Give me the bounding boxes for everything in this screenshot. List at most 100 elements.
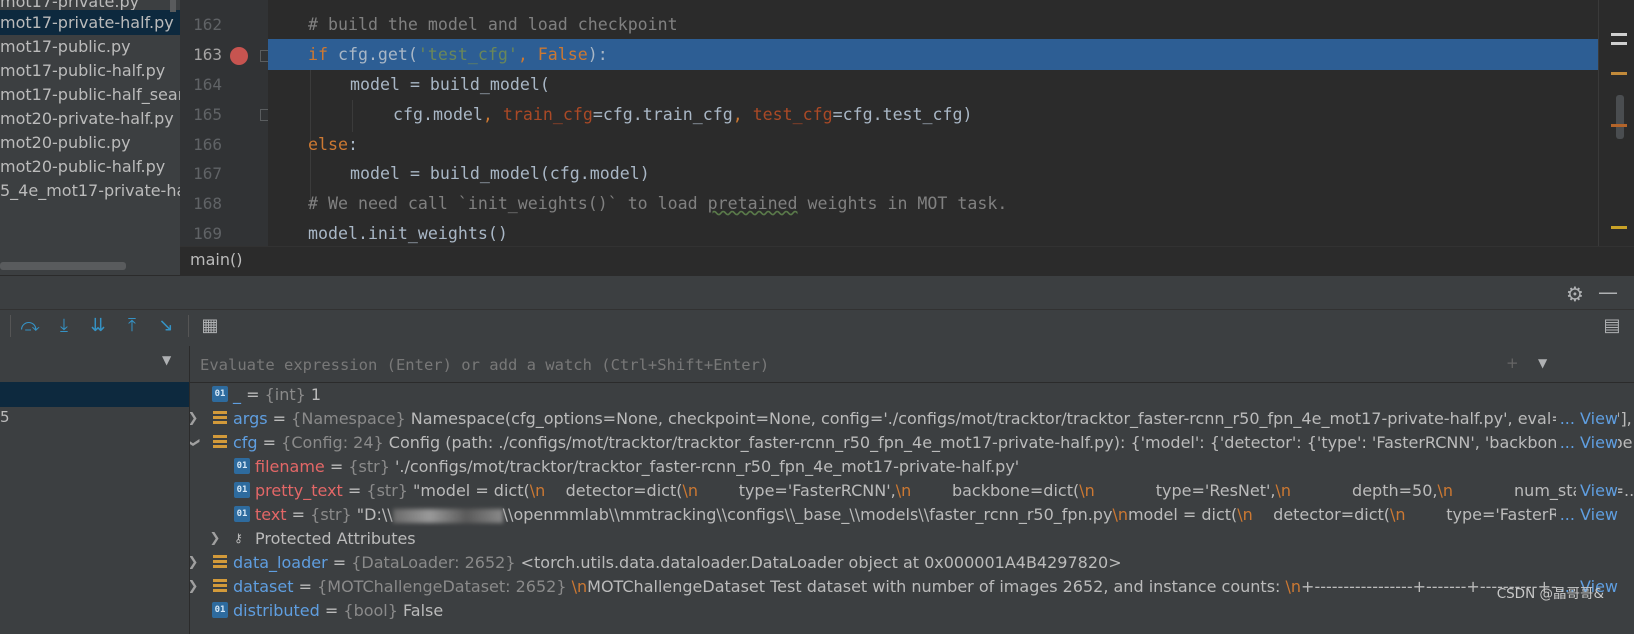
equals-sign: = (286, 505, 311, 524)
watermark: CSDN @晶哥哥& (1496, 586, 1604, 602)
redacted-path (392, 508, 503, 523)
variable-type: {str} (348, 457, 390, 476)
code-line-163-current: if cfg.get('test_cfg', False): (268, 39, 1598, 70)
variable-row[interactable]: ❯ data_loader = {DataLoader: 2652} <torc… (190, 550, 1634, 575)
str-type-icon: 01 (234, 482, 250, 498)
object-type-icon (212, 554, 228, 570)
equals-sign: = (257, 433, 282, 452)
object-type-icon (212, 410, 228, 426)
tree-horizontal-scrollbar[interactable] (0, 262, 126, 270)
tree-item-file-selected[interactable]: mot17-private-half.py (0, 10, 180, 35)
tree-item-file[interactable]: mot17-public.py (0, 34, 131, 59)
code-editor[interactable]: # build the model and load checkpoint if… (268, 0, 1598, 246)
chevron-right-icon[interactable]: ❯ (190, 574, 200, 599)
scroll-marker-warning (1611, 72, 1627, 75)
newline-escape: \n (1285, 577, 1302, 596)
evaluate-expression-icon[interactable]: ▦ (198, 314, 222, 338)
variable-row[interactable]: 01 text = {str} "D:\\ \\openmmlab\\mmtrac… (190, 502, 1634, 527)
variable-row[interactable]: ❯ cfg = {Config: 24} Config (path: ./con… (190, 430, 1634, 455)
variable-row-protected[interactable]: ❯ ⚷ Protected Attributes (190, 526, 1634, 551)
variable-type: {MOTChallengeDataset: 2652} (317, 577, 567, 596)
view-link[interactable]: View (1576, 478, 1618, 503)
step-over-icon[interactable]: ⤼ (18, 314, 42, 338)
add-watch-icon[interactable]: + (1506, 354, 1519, 372)
key-icon: ⚷ (234, 531, 243, 545)
object-type-icon (212, 434, 228, 450)
variable-name: dataset (233, 577, 294, 596)
line-number: 166 (193, 135, 222, 154)
code-punctuation: , (732, 105, 753, 124)
line-number: 164 (193, 75, 222, 94)
view-link[interactable]: ... View (1555, 502, 1618, 527)
view-link[interactable]: ... View (1555, 406, 1618, 431)
newline-escape: \n (1112, 505, 1128, 524)
chevron-down-icon[interactable]: ❯ (190, 436, 206, 450)
code-text: =cfg.test_cfg) (832, 105, 973, 124)
tree-item-file[interactable]: mot17-public-half_searc (0, 82, 180, 107)
bool-type-icon: 01 (212, 602, 228, 618)
editor-scrollbar[interactable] (1598, 0, 1634, 246)
variable-value-part: model = dict( (1127, 505, 1238, 524)
variable-type: {Namespace} (291, 409, 406, 428)
variable-name: filename (255, 457, 325, 476)
variable-name: cfg (233, 433, 258, 452)
str-type-icon: 01 (234, 458, 250, 474)
run-to-cursor-icon[interactable]: ↘ (154, 314, 178, 338)
frame-item[interactable]: 5 (0, 408, 10, 426)
variable-type: {bool} (343, 601, 398, 620)
chevron-right-icon[interactable]: ❯ (190, 550, 200, 575)
evaluate-expression-input[interactable] (198, 351, 1482, 379)
tree-item-file[interactable]: mot17-public-half.py (0, 58, 165, 83)
layout-settings-icon[interactable]: ▤ (1600, 314, 1624, 338)
variable-row[interactable]: 01 pretty_text = {str} "model = dict(\n … (190, 478, 1634, 503)
line-number-current: 163 (193, 45, 222, 64)
variable-value: Namespace(cfg_options=None, checkpoint=N… (410, 409, 1632, 428)
breakpoint-icon[interactable] (230, 47, 248, 65)
tree-item-file[interactable]: mot20-public.py (0, 130, 131, 155)
minimize-icon[interactable]: — (1598, 280, 1618, 304)
newline-escape: \n (1437, 481, 1453, 500)
step-into-my-code-icon[interactable]: ⇊ (86, 314, 110, 338)
line-number: 165 (193, 105, 222, 124)
chevron-right-icon[interactable]: ❯ (208, 526, 222, 551)
variable-type: {DataLoader: 2652} (351, 553, 516, 572)
equals-sign: = (342, 481, 367, 500)
frame-item-selected[interactable] (0, 382, 189, 407)
step-out-icon[interactable]: ⤒ (120, 314, 144, 338)
variable-value-part: detector=dict( (545, 481, 683, 500)
object-type-icon (212, 578, 228, 594)
line-number: 167 (193, 164, 222, 183)
code-text: cfg.get( (327, 45, 418, 64)
chevron-down-icon[interactable]: ▼ (162, 353, 171, 367)
chevron-down-icon[interactable]: ▼ (1538, 356, 1547, 370)
code-line-167: model = build_model(cfg.model) (268, 158, 1598, 189)
variable-value-part: \\openmmlab\\mmtracking\\configs\\_base_… (502, 505, 1113, 524)
newline-escape: \n (895, 481, 912, 500)
tree-vertical-scrollbar[interactable] (170, 0, 176, 12)
variable-name: pretty_text (255, 481, 343, 500)
tree-item-file[interactable]: 5_4e_mot17-private-half (0, 178, 180, 203)
variable-value-part: "D:\\ (356, 505, 393, 524)
code-text: model = build_model( (350, 75, 550, 94)
tree-item-file[interactable]: mot20-public-half.py (0, 154, 165, 179)
equals-sign: = (241, 385, 265, 404)
view-link[interactable]: ... View (1555, 430, 1618, 455)
tree-item-file[interactable]: mot20-private-half.py (0, 106, 174, 131)
breadcrumb[interactable]: main() (190, 250, 242, 269)
gear-icon[interactable]: ⚙ (1566, 282, 1584, 306)
chevron-right-icon[interactable]: ❯ (190, 406, 200, 431)
variable-row[interactable]: ❯ args = {Namespace} Namespace(cfg_optio… (190, 406, 1634, 431)
variable-type: {str} (366, 481, 408, 500)
project-tree: mot17-private.py mot17-private-half.py m… (0, 0, 180, 275)
step-into-icon[interactable]: ⤓ (52, 314, 76, 338)
variable-row[interactable]: ❯ dataset = {MOTChallengeDataset: 2652} … (190, 574, 1634, 599)
variable-row[interactable]: 01 _ = {int} 1 (190, 382, 1634, 407)
scroll-thumb[interactable] (1616, 95, 1624, 139)
code-punctuation: , (517, 45, 538, 64)
variable-row[interactable]: 01 distributed = {bool} False (190, 598, 1634, 623)
scroll-marker-warning (1611, 226, 1627, 229)
newline-escape: \n (571, 577, 588, 596)
variable-row[interactable]: 01 filename = {str} './configs/mot/track… (190, 454, 1634, 479)
toolbar-divider (10, 315, 11, 337)
code-comment-typo: pretained (707, 194, 798, 213)
